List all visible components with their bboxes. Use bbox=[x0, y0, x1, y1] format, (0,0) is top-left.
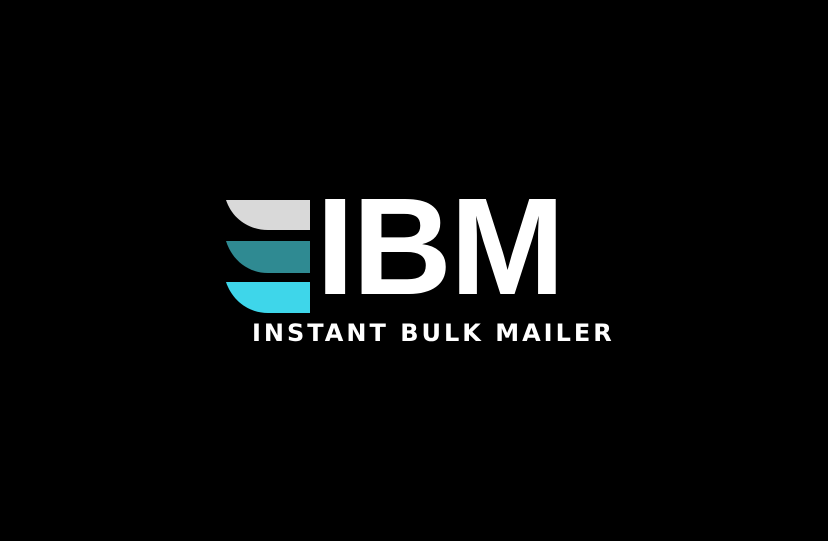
stripe-middle bbox=[226, 241, 310, 273]
stacked-stripes-logo-icon bbox=[226, 200, 310, 313]
brand-logo: IBM INSTANT BULK MAILER bbox=[226, 178, 612, 350]
stripe-top bbox=[226, 200, 310, 230]
brand-wordmark: IBM bbox=[316, 170, 565, 324]
splash-screen: IBM INSTANT BULK MAILER bbox=[0, 0, 828, 541]
stripe-bottom bbox=[226, 282, 310, 313]
brand-tagline: INSTANT BULK MAILER bbox=[252, 319, 615, 347]
